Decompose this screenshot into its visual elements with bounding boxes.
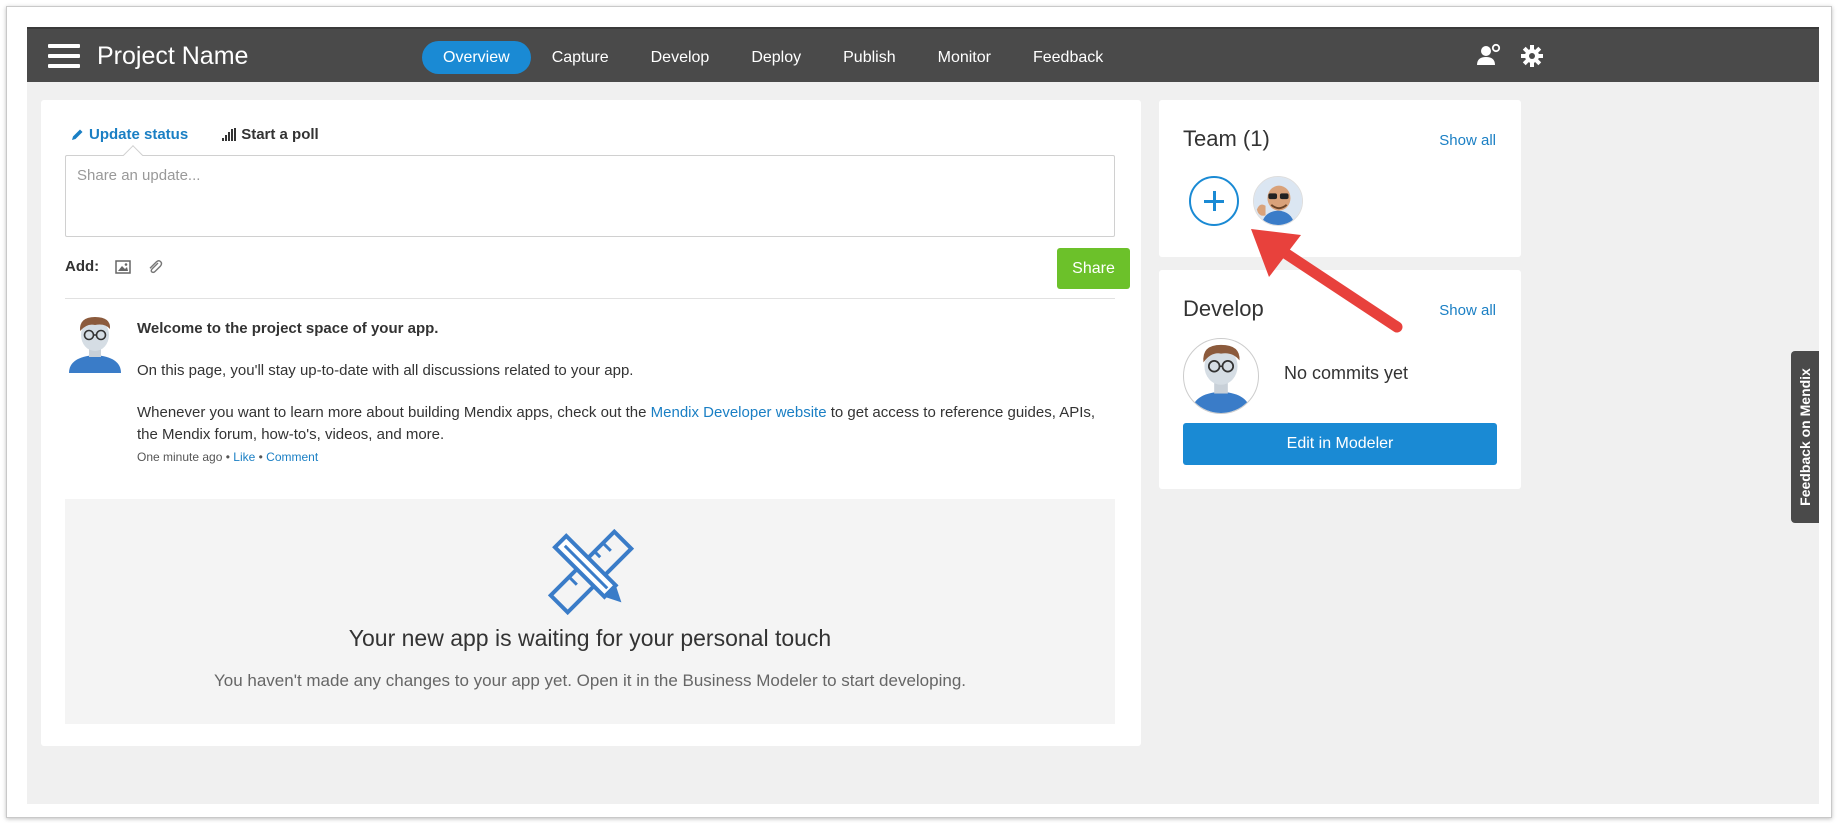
bar-chart-icon bbox=[222, 128, 237, 141]
post-body: On this page, you'll stay up-to-date wit… bbox=[137, 362, 634, 379]
nav-monitor[interactable]: Monitor bbox=[917, 41, 1012, 74]
team-member-avatar[interactable] bbox=[1253, 176, 1303, 226]
gear-icon[interactable] bbox=[1519, 43, 1545, 69]
nav-capture[interactable]: Capture bbox=[531, 41, 630, 74]
team-title: Team (1) bbox=[1183, 126, 1270, 151]
develop-show-all-link[interactable]: Show all bbox=[1439, 302, 1496, 319]
divider bbox=[65, 298, 1115, 299]
separator: • bbox=[255, 450, 267, 464]
share-update-input[interactable]: Share an update... bbox=[65, 155, 1115, 237]
top-navigation-bar: Project Name Overview Capture Develop De… bbox=[27, 27, 1819, 82]
comment-link[interactable]: Comment bbox=[266, 450, 318, 464]
empty-state-panel: Your new app is waiting for your persona… bbox=[65, 499, 1115, 724]
like-link[interactable]: Like bbox=[233, 450, 255, 464]
app-window: Project Name Overview Capture Develop De… bbox=[27, 27, 1819, 804]
nav-develop[interactable]: Develop bbox=[630, 41, 731, 74]
image-icon[interactable] bbox=[115, 259, 131, 274]
menu-icon[interactable] bbox=[48, 44, 80, 70]
annotation-arrow-icon bbox=[1251, 229, 1403, 333]
add-team-member-button[interactable] bbox=[1189, 176, 1239, 226]
main-nav: Overview Capture Develop Deploy Publish … bbox=[422, 41, 1124, 74]
tab-update-status[interactable]: Update status bbox=[71, 126, 188, 143]
share-button[interactable]: Share bbox=[1057, 248, 1130, 289]
attachment-row: Add: bbox=[65, 258, 163, 275]
team-show-all-link[interactable]: Show all bbox=[1439, 132, 1496, 149]
activity-card: Update status Start a poll Share an upda… bbox=[41, 100, 1141, 746]
post-timestamp: One minute ago bbox=[137, 450, 223, 464]
tab-start-poll[interactable]: Start a poll bbox=[222, 126, 319, 143]
nav-publish[interactable]: Publish bbox=[822, 41, 916, 74]
post-body-links: Whenever you want to learn more about bu… bbox=[137, 402, 1112, 446]
nav-deploy[interactable]: Deploy bbox=[730, 41, 822, 74]
paperclip-icon[interactable] bbox=[147, 259, 163, 275]
empty-state-subtitle: You haven't made any changes to your app… bbox=[213, 671, 967, 690]
no-commits-text: No commits yet bbox=[1284, 363, 1409, 383]
pencil-ruler-icon bbox=[548, 529, 634, 615]
tab-start-poll-label: Start a poll bbox=[241, 126, 319, 143]
post-heading: Welcome to the project space of your app… bbox=[137, 320, 439, 337]
tab-update-status-label: Update status bbox=[89, 126, 189, 143]
feedback-side-tab-label: Feedback on Mendix bbox=[1797, 368, 1813, 506]
edit-in-modeler-button[interactable]: Edit in Modeler bbox=[1183, 423, 1497, 465]
mendix-developer-link[interactable]: Mendix Developer website bbox=[651, 404, 827, 421]
add-label: Add: bbox=[65, 258, 100, 275]
nav-feedback[interactable]: Feedback bbox=[1012, 41, 1124, 74]
user-settings-icon[interactable] bbox=[1475, 43, 1501, 69]
author-avatar bbox=[69, 317, 121, 373]
separator: • bbox=[222, 450, 234, 464]
post-meta: One minute ago • Like • Comment bbox=[137, 446, 1112, 468]
composer-tabs: Update status Start a poll bbox=[71, 126, 319, 143]
pencil-icon bbox=[72, 129, 83, 140]
nav-overview[interactable]: Overview bbox=[422, 41, 531, 74]
post-text: Whenever you want to learn more about bu… bbox=[137, 404, 651, 421]
screenshot-frame: Project Name Overview Capture Develop De… bbox=[6, 6, 1832, 818]
welcome-post: Welcome to the project space of your app… bbox=[137, 318, 1112, 468]
project-name[interactable]: Project Name bbox=[97, 42, 248, 71]
developer-avatar bbox=[1183, 338, 1259, 414]
feedback-side-tab[interactable]: Feedback on Mendix bbox=[1791, 351, 1819, 523]
empty-state-title: Your new app is waiting for your persona… bbox=[348, 625, 832, 651]
